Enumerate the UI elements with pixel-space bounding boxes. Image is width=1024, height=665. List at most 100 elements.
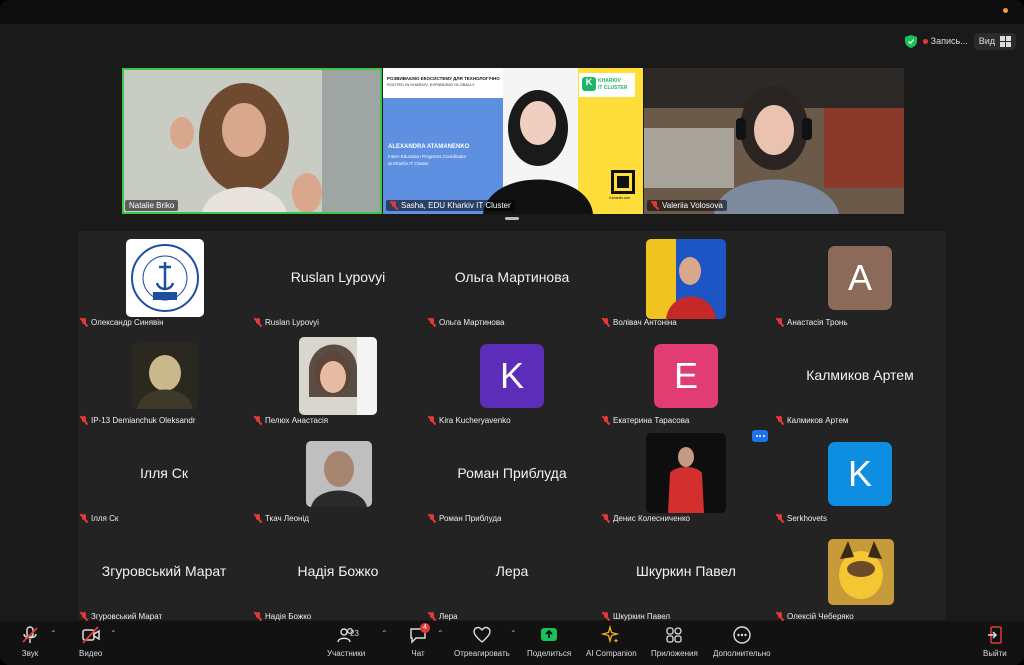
share-button[interactable]: Поделиться [527,625,571,658]
participant-tile[interactable]: Ткач Леонід [252,427,424,523]
encryption-shield-icon[interactable] [904,34,917,48]
cluster-logo-line2: IT CLUSTER [598,85,628,91]
participant-label: Роман Приблуда [428,514,501,523]
participant-label: Serkhovets [776,514,827,523]
react-button[interactable]: Отреагировать [454,625,510,658]
participant-photo [646,433,726,513]
slide-headline: РОЗВИВАЄМО ЕКОСИСТЕМУ ДЛЯ ТЕХНОЛОГІЧНО [387,76,500,81]
mic-muted-icon [602,416,610,425]
participant-tile[interactable]: Олександр Синявін [78,231,250,327]
participant-label: Згуровський Марат [80,612,162,621]
recording-indicator[interactable]: Запись... [922,36,968,46]
participant-label: Лера [428,612,458,621]
participant-label: Kira Kucheryavenko [428,416,511,425]
speaker-strip: Natalie Briko РОЗВИВАЄМО ЕКОСИСТЕМУ ДЛЯ … [122,68,904,214]
more-button[interactable]: Дополнительно [713,625,771,658]
participant-center-name: Роман Приблуда [457,465,567,481]
participant-label: Калмиков Артем [776,416,848,425]
participant-tile[interactable]: Згуровський Марат Згуровський Марат [78,525,250,621]
college-logo [126,239,204,317]
strip-resize-handle[interactable] [505,217,519,220]
leave-button[interactable]: Выйти [983,625,1007,658]
mic-muted-icon [428,612,436,621]
participants-count: 23 [350,629,359,638]
audio-button[interactable]: Звук [20,625,40,658]
video-button[interactable]: Видео [79,625,102,658]
participant-label: Шкуркин Павел [602,612,670,621]
participant-label: Пелюх Анастасія [254,416,328,425]
participant-tile[interactable]: K Serkhovets [774,427,946,523]
participant-tile[interactable]: Пелюх Анастасія [252,329,424,425]
react-options-caret[interactable]: ⌃ [510,629,517,638]
participant-label: Надія Божко [254,612,311,621]
mic-muted-icon [254,612,262,621]
video-tile-natalie[interactable]: Natalie Briko [122,68,382,214]
participant-tile[interactable]: Надія Божко Надія Божко [252,525,424,621]
zoom-window: Запись... Вид Natalie Briko РОЗВИВАЄМО Е… [0,0,1024,665]
participant-tile[interactable]: Лера Лера [426,525,598,621]
participants-button[interactable]: 23 Участники [327,625,365,658]
view-label: Вид [978,36,995,46]
photo-image [646,433,726,513]
participant-tile[interactable]: Волівач Антоніна [600,231,772,327]
mic-muted-icon [80,612,88,621]
mic-off-icon [22,626,38,643]
audio-options-caret[interactable]: ⌃ [50,629,57,638]
video-tile-sasha[interactable]: РОЗВИВАЄМО ЕКОСИСТЕМУ ДЛЯ ТЕХНОЛОГІЧНО R… [383,68,643,214]
participant-center-name: Ілля Ск [140,465,188,481]
recording-label: Запись... [930,36,968,46]
chat-button[interactable]: 4 Чат [408,623,430,658]
participant-tile[interactable]: Денис Колесниченко [600,427,772,523]
participant-center-name: Надія Божко [297,563,379,579]
photo-image [132,343,198,409]
slide-role-line2: at Kharkiv IT Cluster [388,161,429,166]
photo-image [828,539,894,605]
participant-label: Ruslan Lypovyi [254,318,319,327]
participant-tile[interactable]: Роман Приблуда Роман Приблуда [426,427,598,523]
participant-tile[interactable]: IP-13 Demianchuk Oleksandr [78,329,250,425]
participant-label: Олександр Синявін [80,318,164,327]
photo-image [299,337,377,415]
participant-tile[interactable]: Ruslan Lypovyi Ruslan Lypovyi [252,231,424,327]
participant-label: Олексій Чеберяко [776,612,854,621]
meeting-toolbar: Звук ⌃ Видео ⌃ 23 Участники ⌃ 4 Чат ⌃ От… [0,621,1024,665]
mic-muted-icon [776,612,784,621]
title-bar [0,0,1024,24]
participant-tile[interactable]: Ілля Ск Ілля Ск [78,427,250,523]
participant-tile[interactable]: Шкуркин Павел Шкуркин Павел [600,525,772,621]
participant-photo [646,239,726,319]
participant-tile[interactable]: K Kira Kucheryavenko [426,329,598,425]
participant-tile[interactable]: E Екатерина Тарасова [600,329,772,425]
participant-photo [306,441,372,507]
apps-button[interactable]: Приложения [651,625,698,658]
window-dot [1003,8,1008,13]
video-options-caret[interactable]: ⌃ [110,629,117,638]
logo-image [131,244,199,312]
mic-muted-icon [390,201,398,210]
cluster-logo-icon: K [585,77,593,87]
view-button[interactable]: Вид [973,32,1016,50]
record-dot-icon [922,38,928,44]
participant-label: Ольга Мартинова [428,318,504,327]
video-off-icon [81,626,100,644]
participant-tile[interactable]: A Анастасія Тронь [774,231,946,327]
participants-options-caret[interactable]: ⌃ [381,629,388,638]
participant-label: Анастасія Тронь [776,318,847,327]
ai-companion-button[interactable]: AI Companion [586,625,637,658]
participant-tile[interactable]: Ольга Мартинова Ольга Мартинова [426,231,598,327]
share-screen-icon [541,628,558,641]
mic-muted-icon [776,318,784,327]
leave-icon [987,626,1002,644]
participant-photo [828,539,894,605]
avatar: A [828,246,892,310]
more-options-icon[interactable] [752,430,768,442]
photo-image [646,239,726,319]
participant-video [122,68,382,214]
participant-tile[interactable]: Олексій Чеберяко [774,525,946,621]
participant-center-name: Шкуркин Павел [636,563,736,579]
participant-label: Екатерина Тарасова [602,416,689,425]
video-tile-valeriia[interactable]: Valeriia Volosova [644,68,904,214]
participant-tile[interactable]: Калмиков Артем Калмиков Артем [774,329,946,425]
chat-options-caret[interactable]: ⌃ [437,629,444,638]
mic-muted-icon [602,318,610,327]
